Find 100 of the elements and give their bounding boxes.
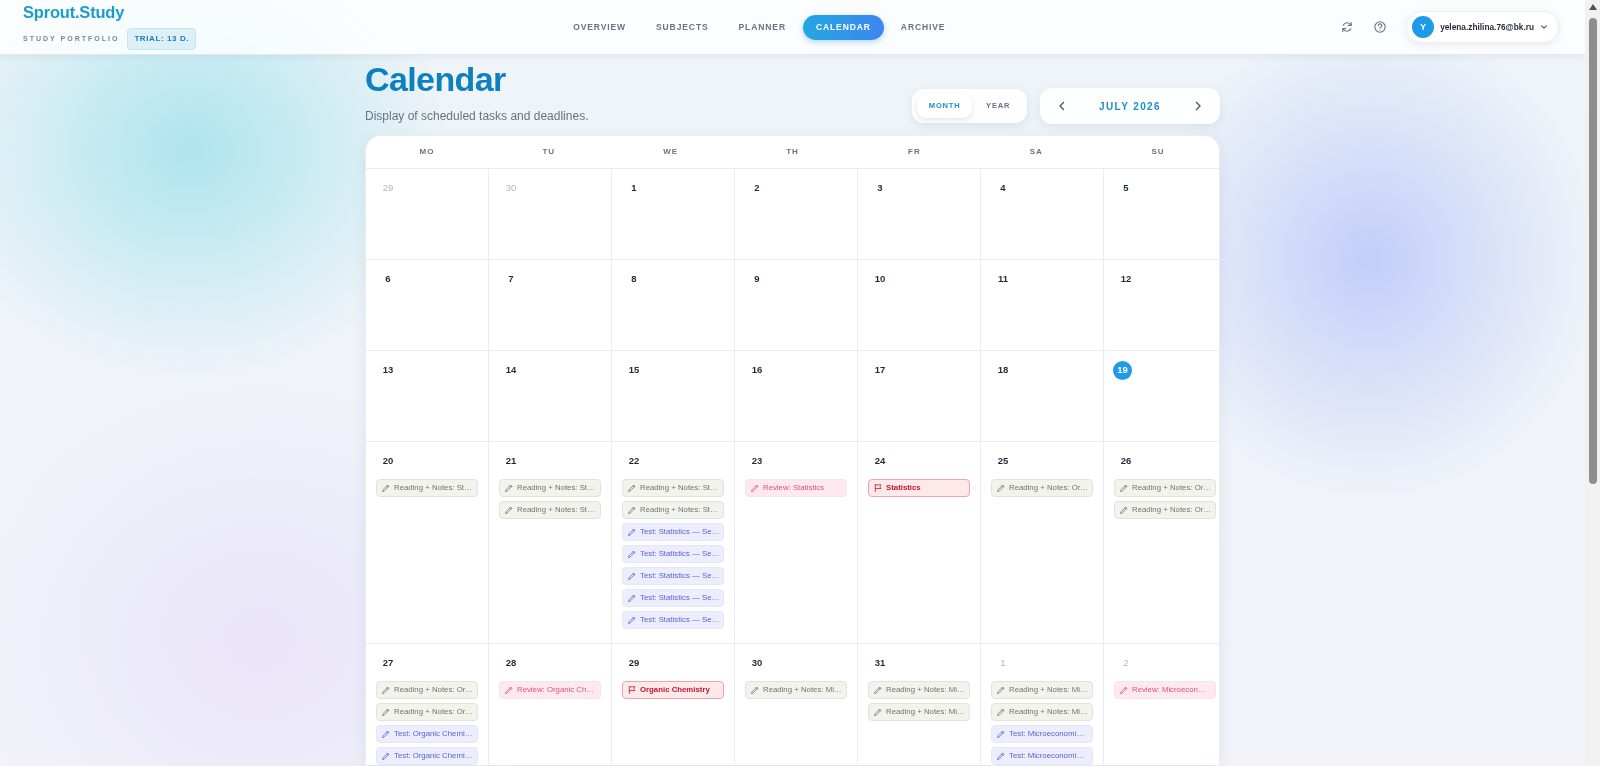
trial-badge: TRIAL: 13 D. xyxy=(127,27,197,50)
pencil-icon xyxy=(382,686,390,694)
weekday-label: TH xyxy=(786,146,799,158)
day-number: 8 xyxy=(630,271,638,286)
pencil-icon xyxy=(628,594,636,602)
weekday-label: SU xyxy=(1151,146,1165,158)
pencil-icon xyxy=(997,686,1005,694)
pencil-icon xyxy=(1120,484,1128,492)
day-number: 20 xyxy=(381,453,395,468)
pencil-icon xyxy=(997,730,1005,738)
day-number: 9 xyxy=(753,271,761,286)
day-number: 14 xyxy=(504,362,518,377)
pencil-icon xyxy=(628,550,636,558)
day-number: 6 xyxy=(384,271,392,286)
day-number: 16 xyxy=(750,362,764,377)
weekday-label: SA xyxy=(1029,146,1043,158)
day-cell[interactable]: 19 xyxy=(1104,351,1226,442)
refresh-icon[interactable] xyxy=(1341,21,1354,33)
brand-logo[interactable]: Sprout.Study xyxy=(23,4,197,21)
flag-icon xyxy=(628,686,636,694)
day-number: 22 xyxy=(627,453,641,468)
day-number: 13 xyxy=(381,362,395,377)
pencil-icon xyxy=(1120,506,1128,514)
pencil-icon xyxy=(997,752,1005,760)
pencil-icon xyxy=(1120,686,1128,694)
day-cell[interactable]: 11 xyxy=(981,260,1104,351)
day-cell[interactable]: 18 xyxy=(981,351,1104,442)
day-number: 5 xyxy=(1122,180,1130,195)
pencil-icon xyxy=(628,484,636,492)
day-cell[interactable]: 16 xyxy=(735,351,858,442)
day-number: 26 xyxy=(1119,453,1133,468)
day-cell[interactable]: 9 xyxy=(735,260,858,351)
day-cell[interactable]: 15 xyxy=(612,351,735,442)
pencil-icon xyxy=(505,484,513,492)
pencil-icon xyxy=(751,686,759,694)
weekday-label: MO xyxy=(419,146,435,158)
page-title: Calendar xyxy=(365,59,507,99)
day-cell[interactable]: 13 xyxy=(366,351,489,442)
chevron-left-icon xyxy=(1057,101,1067,111)
day-cell[interactable]: 14 xyxy=(489,351,612,442)
pencil-icon xyxy=(997,708,1005,716)
day-cell[interactable]: 6 xyxy=(366,260,489,351)
day-cell[interactable]: 10 xyxy=(858,260,981,351)
day-cell[interactable]: 7 xyxy=(489,260,612,351)
day-number: 2 xyxy=(1122,655,1130,670)
day-number: 2 xyxy=(753,180,761,195)
nav-tab[interactable]: PLANNER xyxy=(725,14,799,40)
nav-tab[interactable]: SUBJECTS xyxy=(643,14,722,40)
pencil-icon xyxy=(505,686,513,694)
pencil-icon xyxy=(505,506,513,514)
day-cell[interactable]: 12 xyxy=(1104,260,1226,351)
day-cell[interactable]: 1 xyxy=(612,169,735,260)
day-number: 15 xyxy=(627,362,641,377)
day-cell[interactable]: 3 xyxy=(858,169,981,260)
pencil-icon xyxy=(628,616,636,624)
day-number: 1 xyxy=(999,655,1007,670)
scrollbar[interactable] xyxy=(1585,0,1600,766)
pencil-icon xyxy=(874,708,882,716)
pencil-icon xyxy=(628,572,636,580)
weekday-label: TU xyxy=(542,146,556,158)
flag-icon xyxy=(874,484,882,492)
day-cell[interactable]: 17 xyxy=(858,351,981,442)
day-number: 11 xyxy=(996,271,1009,286)
pencil-icon xyxy=(628,528,636,536)
nav-tab[interactable]: OVERVIEW xyxy=(560,14,639,40)
day-number: 25 xyxy=(996,453,1010,468)
day-number: 18 xyxy=(996,362,1010,377)
scrollbar-thumb[interactable] xyxy=(1588,18,1597,484)
help-icon[interactable] xyxy=(1374,21,1387,33)
day-number: 29 xyxy=(627,655,641,670)
scroll-up-arrow-icon[interactable] xyxy=(1588,4,1597,10)
day-number: 29 xyxy=(381,180,395,195)
day-number: 30 xyxy=(504,180,518,195)
day-cell[interactable]: 5 xyxy=(1104,169,1226,260)
today-marker: 19 xyxy=(1113,360,1132,380)
day-number: 21 xyxy=(504,453,518,468)
day-number: 24 xyxy=(873,453,887,468)
day-number: 4 xyxy=(999,180,1007,195)
pencil-icon xyxy=(382,752,390,760)
day-cell[interactable]: 2 xyxy=(735,169,858,260)
nav-tab[interactable]: CALENDAR xyxy=(802,14,884,40)
pencil-icon xyxy=(382,484,390,492)
day-number: 3 xyxy=(876,180,884,195)
page-subtitle: Display of scheduled tasks and deadlines. xyxy=(365,108,589,124)
day-number: 12 xyxy=(1119,271,1133,286)
pencil-icon xyxy=(997,484,1005,492)
chevron-down-icon xyxy=(1540,23,1548,31)
day-cell[interactable]: 8 xyxy=(612,260,735,351)
day-number: 17 xyxy=(873,362,887,377)
day-cell[interactable]: 4 xyxy=(981,169,1104,260)
nav-tab[interactable]: ARCHIVE xyxy=(887,14,959,40)
day-number: 27 xyxy=(381,655,395,670)
day-number: 7 xyxy=(507,271,515,286)
user-menu[interactable]: Y yelena.zhilina.76@bk.ru xyxy=(1406,11,1559,43)
day-number: 30 xyxy=(750,655,764,670)
pencil-icon xyxy=(751,484,759,492)
pencil-icon xyxy=(628,506,636,514)
user-avatar: Y xyxy=(1412,16,1435,38)
day-number: 28 xyxy=(504,655,518,670)
month-label: JULY 2026 xyxy=(1098,99,1162,114)
